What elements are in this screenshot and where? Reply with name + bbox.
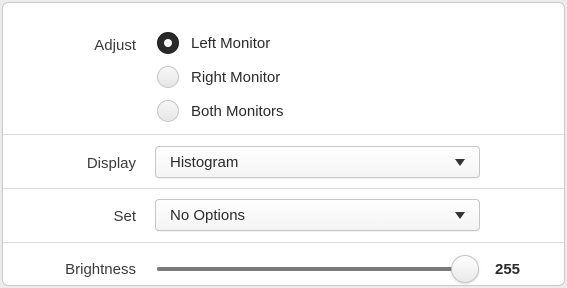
slider-thumb[interactable]	[451, 255, 479, 283]
brightness-label: Brightness	[65, 261, 136, 278]
radio-button-left-monitor[interactable]	[157, 32, 179, 54]
chevron-down-icon	[455, 212, 465, 219]
section-divider	[3, 188, 564, 189]
radio-both-monitors[interactable]: Both Monitors	[157, 98, 284, 124]
radio-label-left-monitor: Left Monitor	[191, 34, 271, 52]
brightness-value: 255	[495, 261, 521, 278]
set-select-value: No Options	[170, 207, 246, 224]
radio-button-right-monitor[interactable]	[157, 66, 179, 88]
radio-right-monitor[interactable]: Right Monitor	[157, 64, 280, 90]
radio-label-right-monitor: Right Monitor	[191, 68, 281, 86]
section-divider	[3, 242, 564, 243]
adjust-label: Adjust	[94, 37, 136, 54]
brightness-slider[interactable]	[157, 255, 479, 283]
settings-panel: Adjust Left Monitor Right Monitor Both M…	[2, 2, 565, 286]
display-label: Display	[86, 155, 136, 172]
display-select-value: Histogram	[170, 154, 239, 171]
slider-fill	[157, 267, 465, 271]
radio-left-monitor[interactable]: Left Monitor	[157, 30, 270, 56]
section-divider	[3, 134, 564, 135]
set-label: Set	[113, 208, 136, 225]
radio-button-both-monitors[interactable]	[157, 100, 179, 122]
chevron-down-icon	[455, 159, 465, 166]
set-select[interactable]: No Options	[155, 199, 480, 231]
radio-label-both-monitors: Both Monitors	[191, 102, 284, 120]
display-select[interactable]: Histogram	[155, 146, 480, 178]
